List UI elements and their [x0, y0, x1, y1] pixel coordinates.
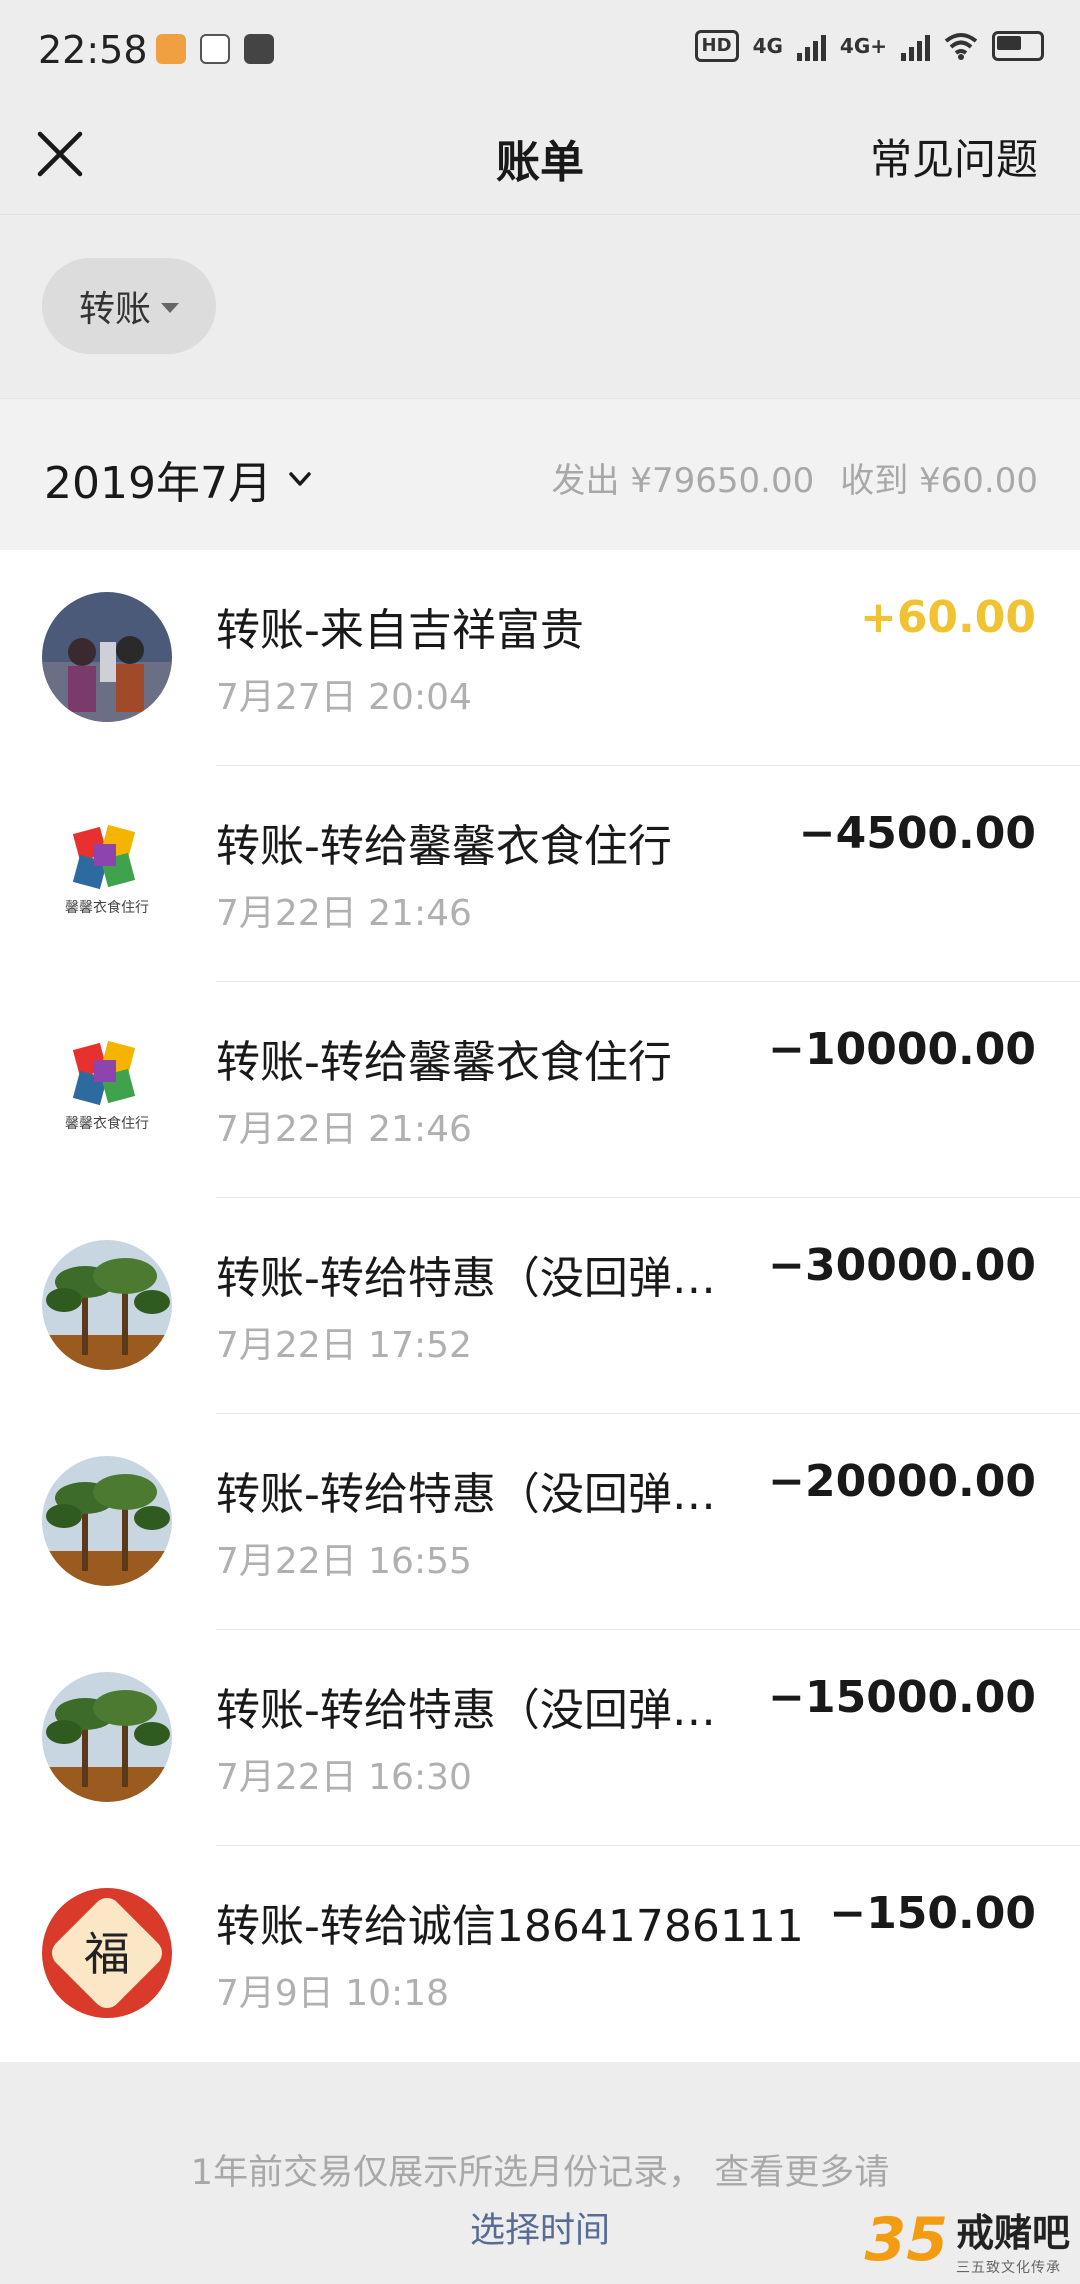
- transaction-row[interactable]: 转账-转给特惠（没回弹… 7月22日 17:52 −30000.00: [0, 1198, 1080, 1414]
- type-filter-dropdown[interactable]: 转账: [42, 258, 216, 354]
- logo-text: 馨馨衣食住行: [65, 899, 149, 916]
- transaction-list: 转账-来自吉祥富贵 7月27日 20:04 +60.00 馨馨衣食住行 转账-转…: [0, 550, 1080, 2062]
- transaction-title: 转账-转给馨馨衣食住行: [216, 1037, 672, 1088]
- month-selector[interactable]: 2019年7月: [44, 447, 314, 511]
- transaction-amount: −30000.00: [768, 1240, 1036, 1291]
- footer: 1年前交易仅展示所选月份记录， 查看更多请 选择时间 35 戒赌吧 三五致文化传…: [0, 2062, 1080, 2284]
- fu-character: 福: [84, 1927, 130, 1981]
- filter-area: 转账: [0, 214, 1080, 399]
- transaction-title: 转账-转给馨馨衣食住行: [216, 821, 672, 872]
- network-4g-label: 4G: [752, 34, 783, 58]
- watermark: 35 戒赌吧 三五致文化传承: [864, 2202, 1070, 2277]
- transaction-time: 7月22日 21:46: [216, 1109, 472, 1150]
- total-out: 发出 ¥79650.00: [551, 461, 815, 501]
- logo-avatar: 馨馨衣食住行: [42, 1024, 172, 1154]
- faq-link[interactable]: 常见问题: [870, 126, 1038, 187]
- signal-icon: [796, 31, 826, 61]
- month-label: 2019年7月: [44, 458, 272, 509]
- notification-app-icon: [156, 34, 186, 64]
- battery-icon: [992, 31, 1044, 61]
- chevron-down-icon: [289, 472, 311, 486]
- transaction-amount: −15000.00: [768, 1672, 1036, 1723]
- logo-text: 馨馨衣食住行: [65, 1115, 149, 1132]
- message-app-icon: [244, 34, 274, 64]
- transaction-row[interactable]: 福 转账-转给诚信18641786111 7月9日 10:18 −150.00: [0, 1846, 1080, 2062]
- transaction-amount: −150.00: [829, 1888, 1036, 1939]
- transaction-time: 7月22日 17:52: [216, 1325, 472, 1366]
- watermark-number: 35: [864, 2204, 948, 2275]
- baidu-app-icon: [200, 34, 230, 64]
- photo-avatar: [42, 592, 172, 722]
- transaction-amount: −10000.00: [768, 1024, 1036, 1075]
- watermark-sub: 三五致文化传承: [955, 2260, 1061, 2276]
- wifi-icon: [944, 33, 978, 60]
- transaction-title: 转账-转给特惠（没回弹…: [216, 1469, 716, 1520]
- transaction-time: 7月27日 20:04: [216, 677, 472, 718]
- transaction-row[interactable]: 转账-来自吉祥富贵 7月27日 20:04 +60.00: [0, 550, 1080, 766]
- nav-bar: 账单 常见问题: [0, 100, 1080, 212]
- logo-avatar: 馨馨衣食住行: [42, 808, 172, 938]
- transaction-amount: −4500.00: [798, 808, 1036, 859]
- fu-avatar: 福: [42, 1888, 172, 2018]
- signal-icon: [901, 31, 930, 61]
- transaction-title: 转账-来自吉祥富贵: [216, 605, 584, 656]
- watermark-name: 戒赌吧: [955, 2211, 1070, 2255]
- transaction-row[interactable]: 转账-转给特惠（没回弹… 7月22日 16:55 −20000.00: [0, 1414, 1080, 1630]
- caret-down-icon: [161, 303, 179, 313]
- transaction-time: 7月22日 21:46: [216, 893, 472, 934]
- transaction-row[interactable]: 馨馨衣食住行 转账-转给馨馨衣食住行 7月22日 21:46 −4500.00: [0, 766, 1080, 982]
- status-bar: 22:58 HD 4G 4G+: [0, 0, 1080, 100]
- status-time: 22:58: [38, 28, 148, 72]
- month-summary: 发出 ¥79650.00 收到 ¥60.00: [552, 453, 1038, 502]
- transaction-time: 7月9日 10:18: [216, 1973, 449, 2014]
- status-indicators: HD 4G 4G+: [694, 30, 1044, 62]
- transaction-time: 7月22日 16:30: [216, 1757, 472, 1798]
- palm-tree-avatar: [42, 1240, 172, 1370]
- transaction-amount: +60.00: [859, 592, 1036, 643]
- hd-icon: HD: [694, 30, 739, 62]
- network-4g-plus-label: 4G+: [839, 34, 887, 58]
- type-filter-label: 转账: [78, 289, 151, 330]
- transaction-title: 转账-转给诚信18641786111: [216, 1901, 804, 1952]
- transaction-time: 7月22日 16:55: [216, 1541, 472, 1582]
- palm-tree-avatar: [42, 1672, 172, 1802]
- footer-note: 1年前交易仅展示所选月份记录， 查看更多请: [190, 2153, 890, 2193]
- transaction-title: 转账-转给特惠（没回弹…: [216, 1685, 716, 1736]
- transaction-row[interactable]: 馨馨衣食住行 转账-转给馨馨衣食住行 7月22日 21:46 −10000.00: [0, 982, 1080, 1198]
- palm-tree-avatar: [42, 1456, 172, 1586]
- total-in: 收到 ¥60.00: [840, 461, 1038, 501]
- transaction-amount: −20000.00: [768, 1456, 1036, 1507]
- transaction-row[interactable]: 转账-转给特惠（没回弹… 7月22日 16:30 −15000.00: [0, 1630, 1080, 1846]
- status-app-icons: [156, 34, 274, 64]
- month-header: 2019年7月 发出 ¥79650.00 收到 ¥60.00: [0, 398, 1080, 551]
- transaction-title: 转账-转给特惠（没回弹…: [216, 1253, 716, 1304]
